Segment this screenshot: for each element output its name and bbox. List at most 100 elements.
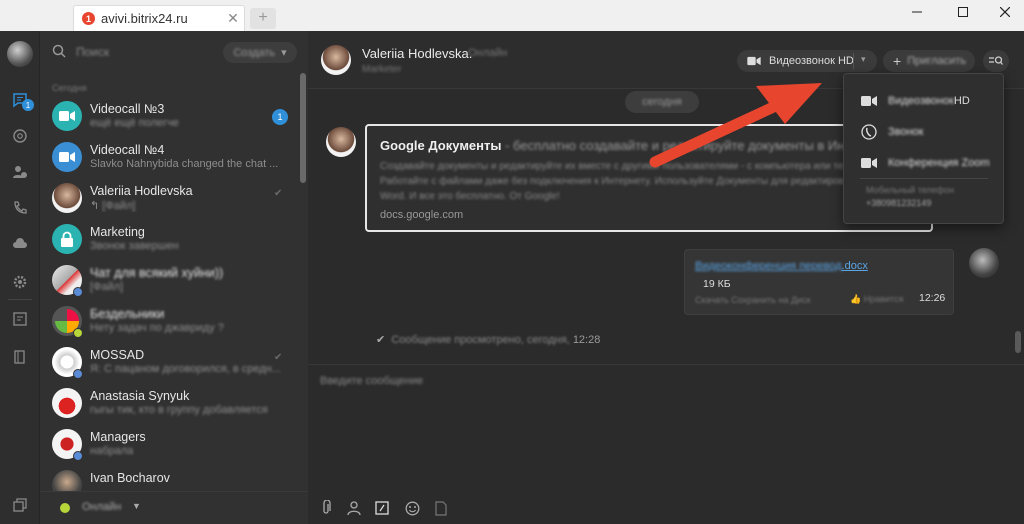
contact-role: Marketer: [362, 64, 402, 75]
sender-avatar[interactable]: [326, 127, 356, 157]
chat-name: Anastasia Synyuk: [90, 389, 190, 403]
close-window-button[interactable]: [982, 0, 1024, 24]
video-chat-avatar: [52, 142, 82, 172]
file-message[interactable]: Видеоконференция перевод.docx 19 КБ Скач…: [684, 249, 954, 315]
search-input[interactable]: [76, 43, 196, 61]
chat-preview: Я: С пацаном договорился, в средн...: [90, 363, 281, 375]
minimize-button[interactable]: [894, 0, 940, 24]
section-today-label: Сегодня: [52, 83, 87, 93]
file-extension: .docx: [841, 260, 868, 272]
menu-item-zoom-conference[interactable]: Конференция Zoom: [860, 153, 1000, 173]
current-user-avatar[interactable]: [7, 41, 33, 67]
chat-item-mossad[interactable]: MOSSAD Я: С пацаном договорился, в средн…: [40, 343, 298, 384]
mobile-phone-label: Мобильный телефон: [866, 185, 955, 195]
messages-scrollbar[interactable]: [1015, 331, 1021, 353]
browser-tab[interactable]: 1 avivi.bitrix24.ru ✕: [73, 5, 245, 31]
video-camera-icon: [59, 152, 75, 162]
chat-unread-badge: 1: [22, 99, 34, 111]
maximize-button[interactable]: [940, 0, 986, 24]
contact-status: Онлайн: [468, 47, 508, 59]
lock-badge-icon: [73, 287, 83, 297]
close-tab-icon[interactable]: ✕: [222, 10, 244, 27]
video-call-button[interactable]: Видеозвонок HD ▾: [737, 50, 877, 72]
create-chat-button[interactable]: Создать ▾: [223, 42, 297, 63]
mobile-phone-number[interactable]: +380981232149: [866, 198, 931, 208]
status-selector[interactable]: Онлайн ▼: [40, 491, 308, 524]
bitrix-favicon-icon: 1: [82, 12, 95, 25]
user-mention-icon[interactable]: [346, 500, 362, 516]
chat-item-valeriia[interactable]: Valeriia Hodlevska ↰ [Файл] ✔: [40, 179, 298, 220]
chat-item-marketing[interactable]: Marketing Звонок завершен: [40, 220, 298, 261]
tab-title: avivi.bitrix24.ru: [101, 11, 188, 26]
call-options-menu: Видеозвонок HD Звонок Конференция Zoom М…: [843, 73, 1004, 224]
file-actions[interactable]: Скачать Сохранить на Диск: [695, 295, 811, 305]
video-camera-icon: [59, 111, 75, 121]
attach-icon[interactable]: [318, 500, 334, 516]
chat-item-group[interactable]: Чат для всякий хуйни)) [Файл]: [40, 261, 298, 302]
chat-name: Бездельники: [90, 307, 165, 321]
chevron-down-icon: ▾: [281, 47, 287, 59]
phone-icon[interactable]: [11, 199, 29, 217]
menu-item-video-call-hd[interactable]: Видеозвонок HD: [860, 91, 1000, 111]
video-camera-icon: [860, 154, 878, 172]
contact-avatar[interactable]: [321, 45, 351, 75]
smile-icon[interactable]: [404, 500, 420, 516]
gear-icon[interactable]: [11, 273, 29, 291]
chat-item-ivan[interactable]: Ivan Bocharov: [40, 466, 298, 491]
search-messages-button[interactable]: [983, 50, 1009, 72]
at-sign-icon[interactable]: [11, 127, 29, 145]
chat-name: MOSSAD: [90, 348, 145, 362]
chat-preview: [Файл]: [90, 281, 124, 293]
notes-icon[interactable]: [11, 310, 29, 328]
user-avatar: [52, 470, 82, 491]
link-description: Создавайте документы и редактируйте их в…: [380, 161, 906, 202]
locked-chat-avatar: [52, 224, 82, 254]
chat-item-anastasia[interactable]: Anastasia Synyuk гыгы тик, кто в группу …: [40, 384, 298, 425]
file-name: Видеоконференция перевод: [695, 260, 842, 272]
chat-preview: ещё ещё полегче: [90, 117, 179, 129]
chat-item-videocall-3[interactable]: Videocall №3 ещё ещё полегче 1: [40, 97, 298, 138]
chat-name: Managers: [90, 430, 146, 444]
message-time: 12:26: [919, 292, 946, 304]
like-button[interactable]: 👍 Нравится: [850, 294, 903, 305]
book-icon[interactable]: [11, 348, 29, 366]
check-icon: ✔: [376, 334, 392, 346]
maximize-icon: [958, 7, 968, 17]
chevron-down-icon: ▼: [132, 501, 141, 511]
invite-button[interactable]: + Пригласить: [883, 50, 975, 72]
video-camera-icon: [747, 56, 761, 66]
contacts-icon[interactable]: [11, 163, 29, 181]
lock-badge-icon: [73, 328, 83, 338]
chat-item-videocall-4[interactable]: Videocall №4 Slavko Nahnybida changed th…: [40, 138, 298, 179]
link-title[interactable]: Google Документы - бесплатно создавайте …: [380, 138, 844, 153]
lock-icon: [61, 231, 73, 247]
user-avatar: [52, 388, 82, 418]
video-call-label: Видеозвонок HD: [769, 55, 854, 67]
status-label: Онлайн: [82, 501, 122, 513]
menu-item-call[interactable]: Звонок: [860, 122, 1000, 142]
my-avatar: [969, 248, 999, 278]
windows-icon[interactable]: [11, 496, 29, 514]
chat-item-bezdelniki[interactable]: Бездельники Нету задач по джавриду ?: [40, 302, 298, 343]
message-input[interactable]: [320, 373, 1000, 463]
file-name-link[interactable]: Видеоконференция перевод.docx: [695, 260, 868, 272]
list-search-icon: [989, 56, 1003, 65]
minimize-icon: [912, 11, 922, 13]
formatting-icon[interactable]: [374, 500, 390, 516]
new-tab-button[interactable]: +: [250, 8, 276, 29]
document-icon[interactable]: [433, 500, 449, 516]
contact-name[interactable]: Valeriia Hodlevska.: [362, 46, 472, 61]
chevron-down-icon[interactable]: ▾: [861, 54, 866, 65]
menu-item-label: Конференция Zoom: [888, 157, 990, 169]
lock-badge-icon: [73, 369, 83, 379]
chat-item-managers[interactable]: Managers набрала: [40, 425, 298, 466]
search-icon: [52, 44, 66, 61]
search-row: Создать ▾: [40, 31, 308, 73]
unread-count-badge: 1: [272, 109, 288, 125]
link-url[interactable]: docs.google.com: [380, 209, 463, 221]
chat-list-scrollbar[interactable]: [300, 73, 306, 183]
menu-item-label-tail: HD: [953, 95, 970, 107]
button-separator: [853, 53, 854, 69]
cloud-icon[interactable]: [11, 235, 29, 253]
read-check-icon: ✔: [274, 352, 283, 363]
